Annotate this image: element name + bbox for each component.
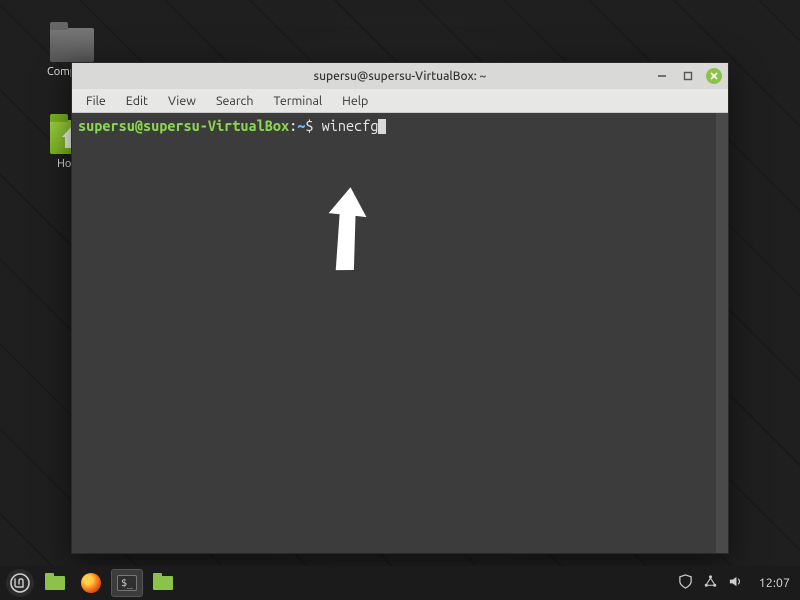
shield-icon[interactable] [678,574,693,592]
window-titlebar[interactable]: supersu@supersu-VirtualBox: ~ [72,63,728,89]
annotation-arrow-icon [321,185,371,275]
terminal-content[interactable]: supersu@supersu-VirtualBox:~$ winecfg [72,113,728,553]
terminal-line: supersu@supersu-VirtualBox:~$ winecfg [78,117,722,135]
taskbar-files2-button[interactable] [148,570,178,596]
taskbar-firefox-button[interactable] [76,570,106,596]
start-menu-button[interactable] [6,569,34,597]
terminal-window[interactable]: supersu@supersu-VirtualBox: ~ File Edit … [71,62,729,554]
taskbar-files-button[interactable] [40,570,70,596]
desktop-background: Computer Home supersu@supersu-VirtualBox… [0,0,800,600]
menu-help[interactable]: Help [334,91,376,111]
typed-command: winecfg [322,117,379,134]
menu-terminal[interactable]: Terminal [266,91,331,111]
terminal-icon: $_ [117,575,137,591]
taskbar-terminal-button[interactable]: $_ [112,570,142,596]
firefox-icon [81,573,101,593]
prompt-user-host: supersu@supersu-VirtualBox [78,117,289,134]
prompt-symbol: $ [305,117,313,134]
computer-icon [50,28,94,62]
menu-file[interactable]: File [78,91,114,111]
menu-view[interactable]: View [160,91,204,111]
scrollbar[interactable] [716,113,728,553]
close-button[interactable] [706,68,722,84]
menu-edit[interactable]: Edit [118,91,156,111]
terminal-cursor-icon [378,119,386,134]
folder-icon [153,576,173,590]
system-tray: 12:07 [678,574,794,592]
taskbar-clock[interactable]: 12:07 [759,576,790,590]
folder-icon [45,576,65,590]
menu-search[interactable]: Search [208,91,262,111]
taskbar: $_ 12:07 [0,566,800,600]
window-title: supersu@supersu-VirtualBox: ~ [72,70,728,83]
volume-icon[interactable] [728,574,743,592]
network-icon[interactable] [703,574,718,592]
maximize-button[interactable] [680,68,696,84]
mint-logo-icon [10,573,30,593]
minimize-button[interactable] [654,68,670,84]
window-menubar: File Edit View Search Terminal Help [72,89,728,113]
